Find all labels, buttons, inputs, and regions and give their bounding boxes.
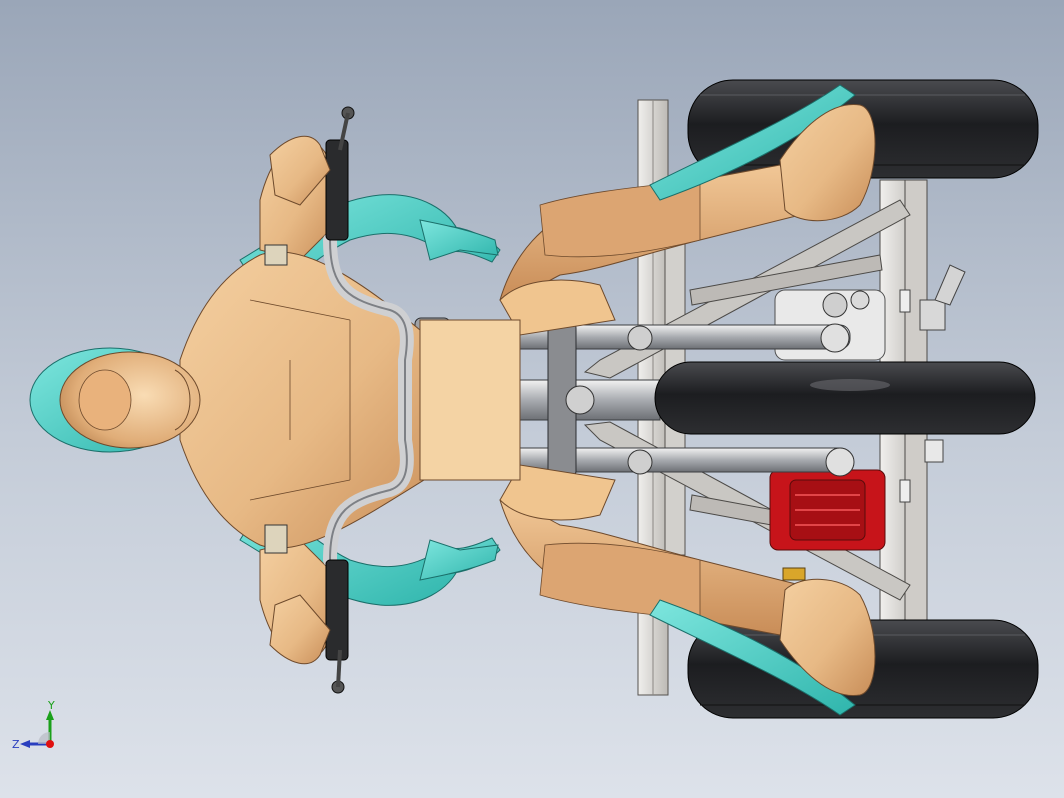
rider-head <box>29 347 201 453</box>
assembly-model[interactable] <box>0 0 1064 798</box>
y-axis-label: Y <box>47 700 55 712</box>
coordinate-triad: Y Z <box>12 700 55 751</box>
front-wheel <box>654 361 1036 435</box>
cad-viewport[interactable]: Y Z <box>0 0 1064 798</box>
origin-marker <box>46 740 54 748</box>
z-axis-label: Z <box>12 738 20 751</box>
